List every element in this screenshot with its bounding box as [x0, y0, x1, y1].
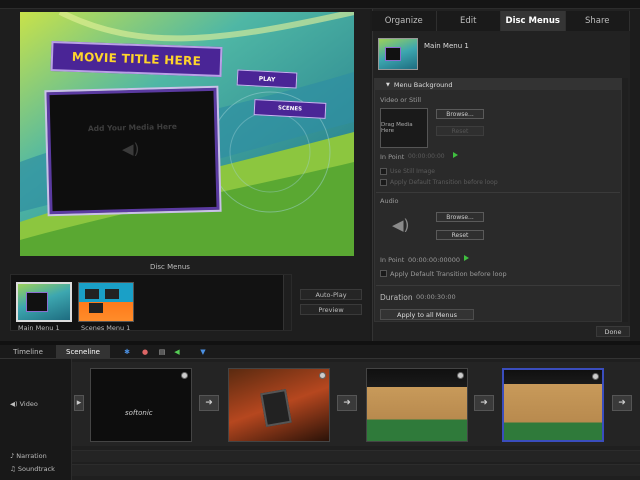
duration-value[interactable]: 00:00:30:00: [416, 293, 456, 301]
audio-play-icon[interactable]: [464, 255, 469, 261]
clip-badge-icon: [457, 372, 464, 379]
use-still-checkbox[interactable]: [380, 168, 387, 175]
transition-arrow-icon[interactable]: ➜: [612, 395, 632, 411]
properties-scrollbar[interactable]: [622, 78, 628, 322]
audio-default-transition-checkbox[interactable]: [380, 270, 387, 277]
clip-logo-text: softonic: [125, 409, 153, 417]
audio-in-point-label: In Point: [380, 256, 405, 264]
audio-in-point-value: 00:00:00:00000: [408, 256, 461, 264]
tab-timeline[interactable]: Timeline: [6, 345, 50, 359]
transition-arrow-icon[interactable]: ➜: [199, 395, 219, 411]
transition-arrow-icon[interactable]: ➜: [474, 395, 494, 411]
tab-sceneline[interactable]: Sceneline: [56, 345, 110, 359]
clip-1[interactable]: softonic: [90, 368, 192, 442]
track-labels: ◀) Video ♪ Narration ♫ Soundtrack: [0, 359, 72, 480]
audio-reset-button[interactable]: Reset: [436, 230, 484, 240]
speaker-icon: ◀): [392, 216, 410, 234]
marker-icon[interactable]: ●: [140, 345, 150, 359]
clip-2[interactable]: [228, 368, 330, 442]
preview-button[interactable]: Preview: [300, 304, 362, 315]
video-browse-button[interactable]: Browse...: [436, 109, 484, 119]
video-reset-button[interactable]: Reset: [436, 126, 484, 136]
drop-zone-label: Add Your Media Here: [87, 121, 177, 134]
clip-badge-icon: [319, 372, 326, 379]
menu-title-text[interactable]: MOVIE TITLE HERE: [50, 41, 223, 77]
disc-menus-label: Disc Menus: [150, 263, 190, 271]
tab-organize[interactable]: Organize: [372, 11, 437, 31]
tab-edit[interactable]: Edit: [437, 11, 501, 31]
speaker-icon: ◀): [122, 140, 140, 158]
video-play-icon[interactable]: [453, 152, 458, 158]
audio-default-transition-label: Apply Default Transition before loop: [390, 270, 507, 278]
clip-badge-icon: [592, 373, 599, 380]
audio-mixer-icon[interactable]: ◀: [172, 345, 182, 359]
selected-menu-name: Main Menu 1: [424, 42, 469, 50]
section-divider: [376, 285, 620, 286]
snap-icon[interactable]: ✱: [122, 345, 132, 359]
collapse-triangle-icon: ▼: [386, 81, 390, 88]
music-note-icon: ♫: [10, 465, 18, 473]
video-in-point-value: 00:00:00:00: [408, 153, 445, 160]
tab-share[interactable]: Share: [566, 11, 630, 31]
video-in-point-label: In Point: [380, 153, 405, 161]
thumbnails-scrollbar[interactable]: [283, 275, 291, 330]
main-menu-thumbnail[interactable]: [16, 282, 72, 322]
video-default-transition-checkbox[interactable]: [380, 179, 387, 186]
main-menu-label: Main Menu 1: [18, 324, 60, 332]
narration-track-label: ♪ Narration: [10, 452, 47, 460]
section-divider: [376, 192, 620, 193]
video-default-transition-label: Apply Default Transition before loop: [390, 179, 498, 186]
tab-disc-menus[interactable]: Disc Menus: [501, 11, 566, 31]
timeline-tabs: Timeline Sceneline ✱ ● ▤ ◀ ▼: [0, 345, 640, 359]
clip-3[interactable]: [366, 368, 468, 442]
auto-play-button[interactable]: Auto-Play: [300, 289, 362, 300]
task-tabs: Organize Edit Disc Menus Share: [372, 11, 630, 31]
transition-arrow-icon[interactable]: ➜: [337, 395, 357, 411]
scenes-menu-thumbnail[interactable]: [78, 282, 134, 322]
menu-play-button[interactable]: PLAY: [236, 69, 298, 89]
scenes-menu-label: Scenes Menu 1: [81, 324, 131, 332]
use-still-label: Use Still Image: [390, 168, 435, 175]
menu-thumbnails-panel: Main Menu 1 Scenes Menu 1: [10, 274, 292, 332]
duration-label: Duration: [380, 293, 413, 302]
done-button[interactable]: Done: [596, 326, 630, 337]
selected-menu-item[interactable]: Main Menu 1: [378, 38, 624, 70]
narration-track[interactable]: [72, 450, 640, 462]
menu-background-title: Menu Background: [393, 80, 453, 89]
clip-view-icon[interactable]: ▤: [157, 345, 167, 359]
video-or-still-label: Video or Still: [380, 96, 422, 104]
selected-menu-thumbnail: [378, 38, 418, 70]
transition-arrow-icon[interactable]: ▸: [74, 395, 84, 411]
audio-label: Audio: [380, 197, 399, 205]
drag-media-box[interactable]: Drag Media Here: [380, 108, 428, 148]
top-strip: [0, 0, 640, 9]
speaker-icon: ◀): [10, 400, 20, 408]
clip-badge-icon: [181, 372, 188, 379]
menu-background-header[interactable]: ▼ Menu Background: [374, 79, 622, 90]
effects-icon[interactable]: ▼: [198, 345, 208, 359]
soundtrack-track-label: ♫ Soundtrack: [10, 465, 55, 473]
audio-browse-button[interactable]: Browse...: [436, 212, 484, 222]
clip-4-selected[interactable]: [502, 368, 604, 442]
apply-to-all-menus-button[interactable]: Apply to all Menus: [380, 309, 474, 320]
video-track: ▸ softonic ➜ ➜ ➜ ➜: [72, 362, 640, 446]
soundtrack-track[interactable]: [72, 464, 640, 476]
video-track-label: ◀) Video: [10, 400, 38, 408]
